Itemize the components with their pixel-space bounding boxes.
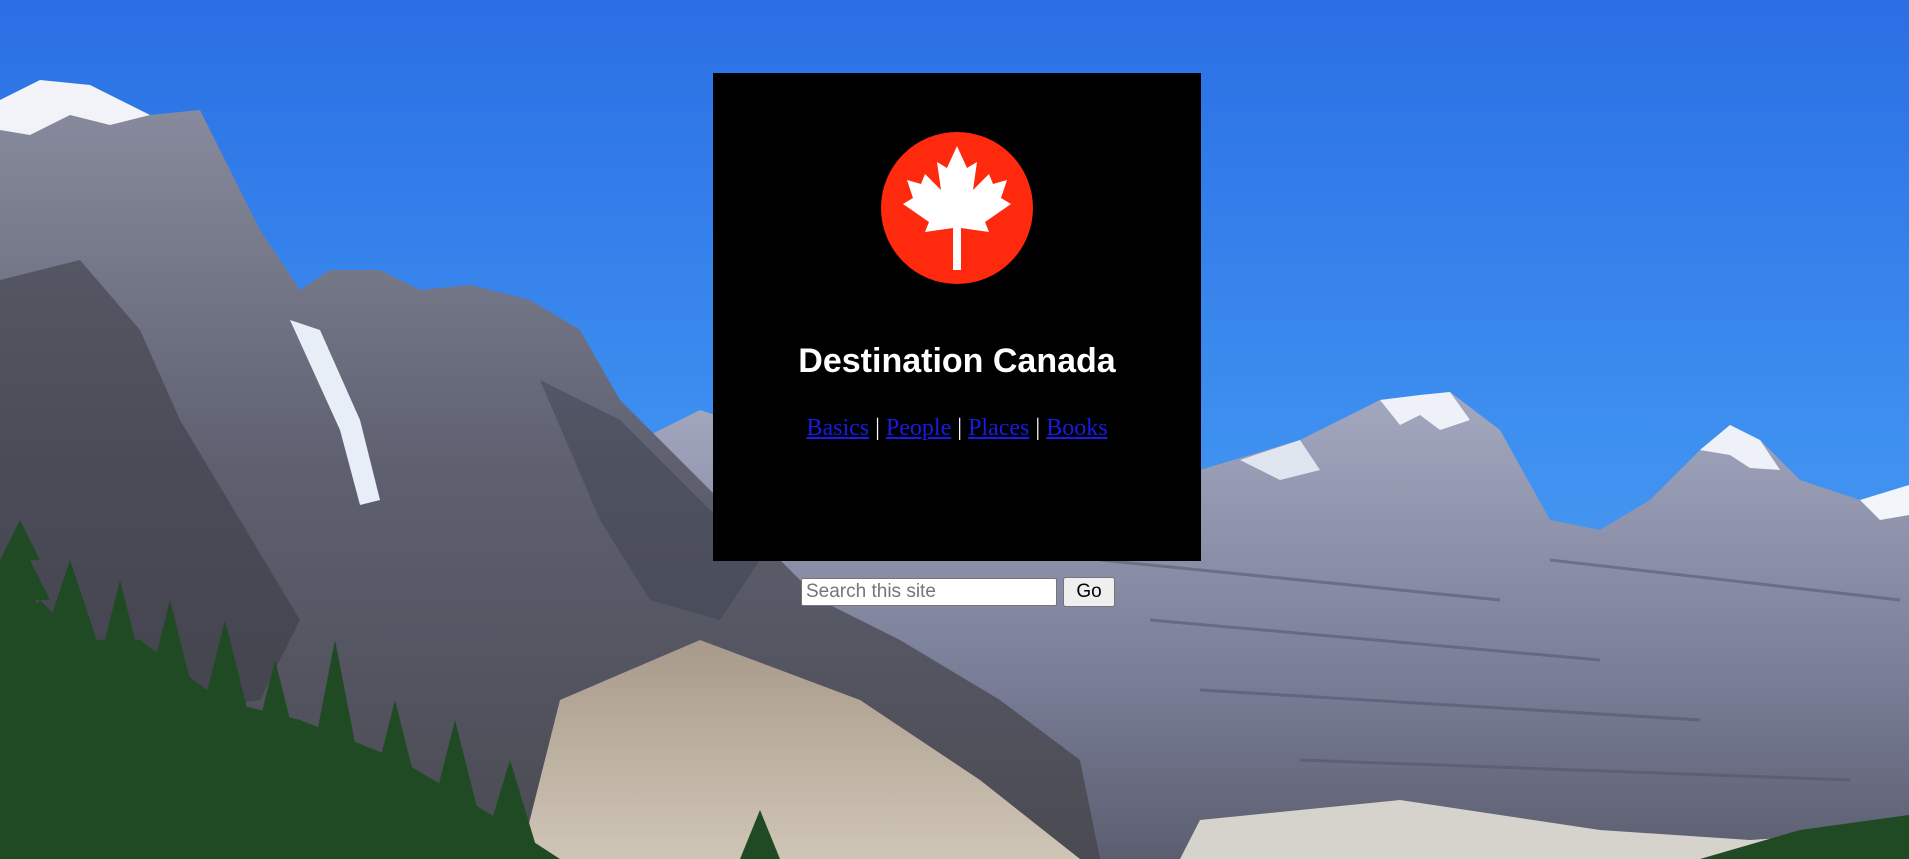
nav-separator: | xyxy=(875,415,880,441)
site-title: Destination Canada xyxy=(798,342,1116,380)
go-button[interactable]: Go xyxy=(1063,577,1115,607)
nav-link-basics[interactable]: Basics xyxy=(806,415,869,441)
main-navigation: Basics | People | Places | Books xyxy=(713,413,1201,443)
header-panel: Destination Canada Basics | People | Pla… xyxy=(713,73,1201,561)
search-input[interactable] xyxy=(801,578,1057,606)
site-search-form: Go xyxy=(801,576,1115,608)
nav-link-places[interactable]: Places xyxy=(968,415,1029,441)
nav-link-books[interactable]: Books xyxy=(1046,415,1107,441)
nav-separator: | xyxy=(1035,415,1041,441)
nav-link-people[interactable]: People xyxy=(886,415,951,441)
nav-separator: | xyxy=(957,415,963,441)
maple-leaf-icon xyxy=(881,132,1033,284)
